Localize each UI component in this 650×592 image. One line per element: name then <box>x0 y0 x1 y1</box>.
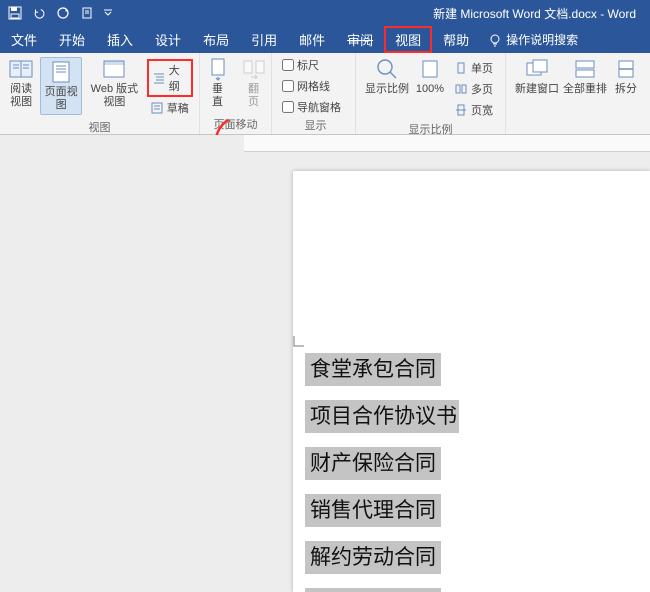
arrange-all-button[interactable]: 全部重排 <box>563 57 607 96</box>
gridlines-label: 网格线 <box>297 78 330 94</box>
ruler-label: 标尺 <box>297 57 319 73</box>
ruler-checkbox[interactable]: 标尺 <box>282 57 319 73</box>
vertical-label: 垂 直 <box>212 83 223 109</box>
web-layout-label: Web 版式视图 <box>86 83 143 109</box>
group-show: 标尺 网格线 导航窗格 显示 <box>272 53 356 134</box>
new-window-icon <box>525 57 549 81</box>
group-page-movement: 垂 直 翻 页 页面移动 <box>200 53 272 134</box>
side-to-side-icon <box>242 57 266 81</box>
tell-me-search[interactable]: 操作说明搜索 <box>480 31 578 48</box>
print-layout-icon <box>49 60 73 84</box>
document-workspace: 食堂承包合同 项目合作协议书 财产保险合同 销售代理合同 解约劳动合同 装修合同… <box>0 135 650 592</box>
document-line-6[interactable]: 装修合同范本 <box>305 588 441 592</box>
new-window-label: 新建窗口 <box>515 83 559 96</box>
split-icon <box>614 57 638 81</box>
group-window-label <box>576 120 579 132</box>
tab-home[interactable]: 开始 <box>48 26 96 53</box>
print-layout-button[interactable]: 页面视图 <box>40 57 82 115</box>
draft-button[interactable]: 草稿 <box>147 99 192 117</box>
horizontal-ruler[interactable] <box>244 135 650 152</box>
page-width-icon <box>454 103 468 117</box>
tab-review[interactable]: 审阅 <box>336 26 384 53</box>
ribbon-tabs: 文件 开始 插入 设计 布局 引用 邮件 审阅 视图 帮助 操作说明搜索 <box>0 26 650 53</box>
document-line-2[interactable]: 项目合作协议书 <box>305 400 459 433</box>
navpane-checkbox[interactable]: 导航窗格 <box>282 99 341 115</box>
gridlines-checkbox[interactable]: 网格线 <box>282 78 330 94</box>
multi-page-icon <box>454 82 468 96</box>
group-page-movement-label: 页面移动 <box>214 116 258 132</box>
new-window-button[interactable]: 新建窗口 <box>515 57 559 96</box>
tab-mailings[interactable]: 邮件 <box>288 26 336 53</box>
draft-label: 草稿 <box>167 100 189 116</box>
qa-separator-icon[interactable] <box>80 6 94 20</box>
zoom-icon <box>375 57 399 81</box>
arrange-all-icon <box>573 57 597 81</box>
tab-view[interactable]: 视图 <box>384 26 432 53</box>
zoom-button[interactable]: 显示比例 <box>365 57 409 96</box>
multi-page-label: 多页 <box>471 81 493 97</box>
read-mode-icon <box>9 57 33 81</box>
navpane-label: 导航窗格 <box>297 99 341 115</box>
undo-icon[interactable] <box>32 6 46 20</box>
outline-icon <box>152 71 166 85</box>
one-page-label: 单页 <box>471 60 493 76</box>
side-to-side-button[interactable]: 翻 页 <box>238 57 270 109</box>
document-line-4[interactable]: 销售代理合同 <box>305 494 441 527</box>
tab-file[interactable]: 文件 <box>0 26 48 53</box>
print-layout-label: 页面视图 <box>43 86 79 112</box>
web-layout-icon <box>102 57 126 81</box>
ribbon: 阅读 视图 页面视图 Web 版式视图 大纲 <box>0 53 650 135</box>
one-page-icon <box>454 61 468 75</box>
zoom-label: 显示比例 <box>365 83 409 96</box>
quick-access-toolbar <box>0 6 120 20</box>
arrange-all-label: 全部重排 <box>563 83 607 96</box>
hundred-percent-label: 100% <box>416 83 444 96</box>
group-show-label: 显示 <box>305 117 327 133</box>
page-width-button[interactable]: 页宽 <box>451 101 496 119</box>
titlebar: 新建 Microsoft Word 文档.docx - Word <box>0 0 650 26</box>
outline-label: 大纲 <box>169 62 188 94</box>
tab-layout[interactable]: 布局 <box>192 26 240 53</box>
web-layout-button[interactable]: Web 版式视图 <box>86 57 143 109</box>
vertical-button[interactable]: 垂 直 <box>202 57 234 109</box>
tell-me-label: 操作说明搜索 <box>506 31 578 48</box>
group-zoom: 显示比例 100% 单页 多页 页宽 <box>356 53 506 134</box>
hundred-percent-icon <box>418 57 442 81</box>
side-to-side-label: 翻 页 <box>248 83 259 109</box>
one-page-button[interactable]: 单页 <box>451 59 496 77</box>
page-width-label: 页宽 <box>471 102 493 118</box>
vertical-icon <box>206 57 230 81</box>
read-mode-button[interactable]: 阅读 视图 <box>6 57 36 109</box>
document-line-5[interactable]: 解约劳动合同 <box>305 541 441 574</box>
tab-insert[interactable]: 插入 <box>96 26 144 53</box>
tab-help[interactable]: 帮助 <box>432 26 480 53</box>
split-label: 拆分 <box>615 83 637 96</box>
group-views-label: 视图 <box>89 119 111 135</box>
draft-icon <box>150 101 164 115</box>
split-button[interactable]: 拆分 <box>611 57 641 96</box>
tab-references[interactable]: 引用 <box>240 26 288 53</box>
cursor-corner-icon <box>292 334 306 348</box>
repeat-icon[interactable] <box>56 6 70 20</box>
qa-dropdown-icon[interactable] <box>104 6 112 20</box>
save-icon[interactable] <box>8 6 22 20</box>
multi-page-button[interactable]: 多页 <box>451 80 496 98</box>
lightbulb-icon <box>488 33 502 47</box>
document-line-3[interactable]: 财产保险合同 <box>305 447 441 480</box>
window-title: 新建 Microsoft Word 文档.docx - Word <box>120 5 650 22</box>
tab-design[interactable]: 设计 <box>144 26 192 53</box>
group-views: 阅读 视图 页面视图 Web 版式视图 大纲 <box>0 53 200 134</box>
read-mode-label: 阅读 视图 <box>10 83 32 109</box>
document-line-1[interactable]: 食堂承包合同 <box>305 353 441 386</box>
hundred-percent-button[interactable]: 100% <box>413 57 447 96</box>
outline-button[interactable]: 大纲 <box>147 59 193 97</box>
group-window: 新建窗口 全部重排 拆分 <box>506 53 650 134</box>
